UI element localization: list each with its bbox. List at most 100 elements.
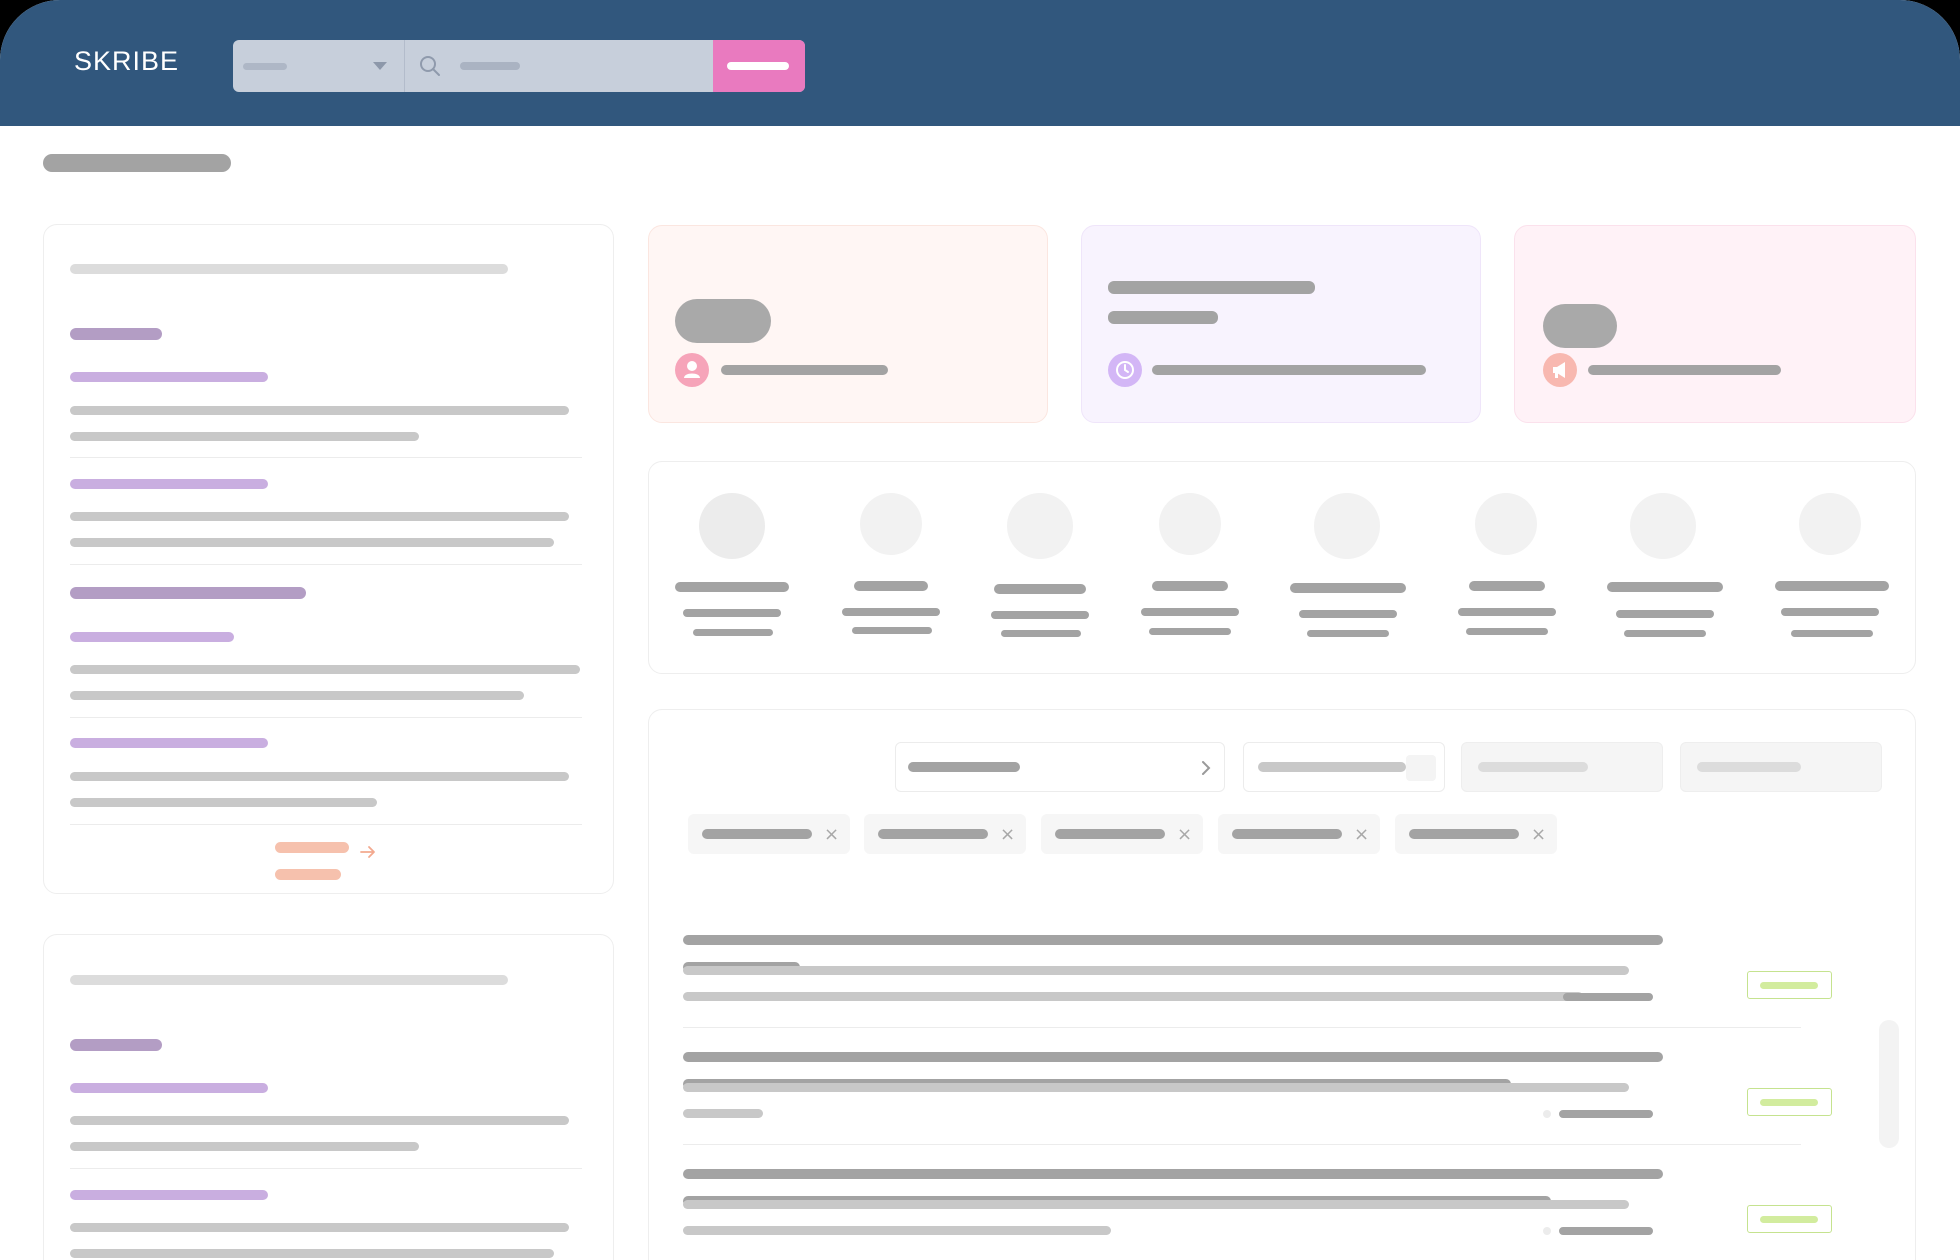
result-meta [683, 1109, 763, 1118]
close-icon[interactable]: × [1354, 824, 1369, 845]
close-icon[interactable]: × [824, 824, 839, 845]
list-item-title[interactable] [70, 372, 268, 382]
person-name [675, 582, 789, 592]
search-icon [420, 56, 440, 76]
list-item-text [70, 432, 419, 441]
person-org [1149, 628, 1231, 635]
person-role [842, 608, 940, 616]
person-role [1141, 608, 1239, 616]
close-icon[interactable]: × [1531, 824, 1546, 845]
list-item-title[interactable] [70, 1190, 268, 1200]
divider [70, 457, 582, 458]
close-icon[interactable]: × [1177, 824, 1192, 845]
person-avatar[interactable] [1314, 493, 1380, 559]
divider [70, 824, 582, 825]
page-title [43, 154, 231, 172]
search-button-label [727, 62, 789, 70]
result-meta [683, 1226, 1111, 1235]
stat-value [675, 299, 771, 343]
list-item-text [70, 691, 524, 700]
filter-select-value [1478, 762, 1588, 772]
person-org [1466, 628, 1548, 635]
list-item-title[interactable] [70, 632, 234, 642]
filter-chip[interactable]: × [864, 814, 1026, 854]
person-role [1458, 608, 1556, 616]
person-avatar[interactable] [699, 493, 765, 559]
person-role [991, 611, 1089, 619]
filter-select[interactable] [1461, 742, 1663, 792]
results-scrollbar[interactable] [1879, 1020, 1899, 1148]
search-input[interactable] [460, 62, 520, 70]
people-strip [648, 461, 1916, 674]
result-row[interactable] [683, 920, 1843, 1030]
search-scope-select[interactable] [233, 40, 405, 92]
sidebar-card-heading [70, 975, 508, 985]
result-title [683, 1169, 1663, 1179]
logo-text: SKRIBE [74, 46, 180, 76]
filter-input-value [1258, 762, 1406, 772]
filter-input-addon [1406, 755, 1436, 781]
status-badge [1747, 1088, 1832, 1116]
filter-chip-label [1232, 829, 1342, 839]
list-item-text [70, 538, 554, 547]
clock-icon [1108, 353, 1142, 387]
person-avatar[interactable] [1630, 493, 1696, 559]
result-row[interactable] [683, 1037, 1843, 1147]
search-bar [233, 40, 805, 92]
filter-select-value [1697, 762, 1801, 772]
result-snippet [683, 1083, 1629, 1092]
filter-chip[interactable]: × [1041, 814, 1203, 854]
result-snippet [683, 1200, 1629, 1209]
close-icon[interactable]: × [1000, 824, 1015, 845]
results-panel: × × × × × [648, 709, 1916, 1260]
divider [70, 564, 582, 565]
person-avatar[interactable] [860, 493, 922, 555]
divider [70, 1168, 582, 1169]
search-button[interactable] [713, 40, 805, 92]
person-name [1152, 581, 1228, 591]
result-date [1559, 1110, 1653, 1118]
person-org [1001, 630, 1081, 637]
stat-label [721, 365, 888, 375]
filter-chip[interactable]: × [1218, 814, 1380, 854]
person-org [852, 627, 932, 634]
filter-chip-label [702, 829, 812, 839]
divider [683, 1144, 1801, 1145]
chevron-right-icon [1202, 761, 1211, 775]
stat-title [1108, 281, 1315, 294]
divider [70, 717, 582, 718]
stat-card[interactable] [1081, 225, 1481, 423]
person-name [1775, 581, 1889, 591]
result-meta [683, 992, 1583, 1001]
search-scope-value [243, 63, 287, 70]
filter-chip-label [1409, 829, 1519, 839]
filter-select[interactable] [1680, 742, 1882, 792]
app-window: SKRIBE × × × × × [0, 0, 1960, 1260]
meta-dot [1543, 1110, 1551, 1118]
filter-chip[interactable]: × [1395, 814, 1557, 854]
app-logo[interactable]: SKRIBE [74, 40, 178, 92]
sidebar-card [43, 934, 614, 1260]
person-role [1299, 610, 1397, 618]
divider [683, 1027, 1801, 1028]
chevron-down-icon [373, 62, 387, 70]
person-avatar[interactable] [1159, 493, 1221, 555]
filter-select[interactable] [895, 742, 1225, 792]
section-label [70, 1039, 162, 1051]
person-avatar[interactable] [1007, 493, 1073, 559]
stat-label [1152, 365, 1426, 375]
list-item-title[interactable] [70, 1083, 268, 1093]
filter-chip-label [1055, 829, 1165, 839]
person-avatar[interactable] [1475, 493, 1537, 555]
stat-card[interactable] [1514, 225, 1916, 423]
status-badge [1747, 971, 1832, 999]
list-item-title[interactable] [70, 738, 268, 748]
filter-input[interactable] [1243, 742, 1445, 792]
result-title [683, 1052, 1663, 1062]
see-more-link[interactable] [275, 842, 385, 886]
person-avatar[interactable] [1799, 493, 1861, 555]
result-row[interactable] [683, 1154, 1843, 1260]
filter-chip[interactable]: × [688, 814, 850, 854]
stat-card[interactable] [648, 225, 1048, 423]
list-item-title[interactable] [70, 479, 268, 489]
